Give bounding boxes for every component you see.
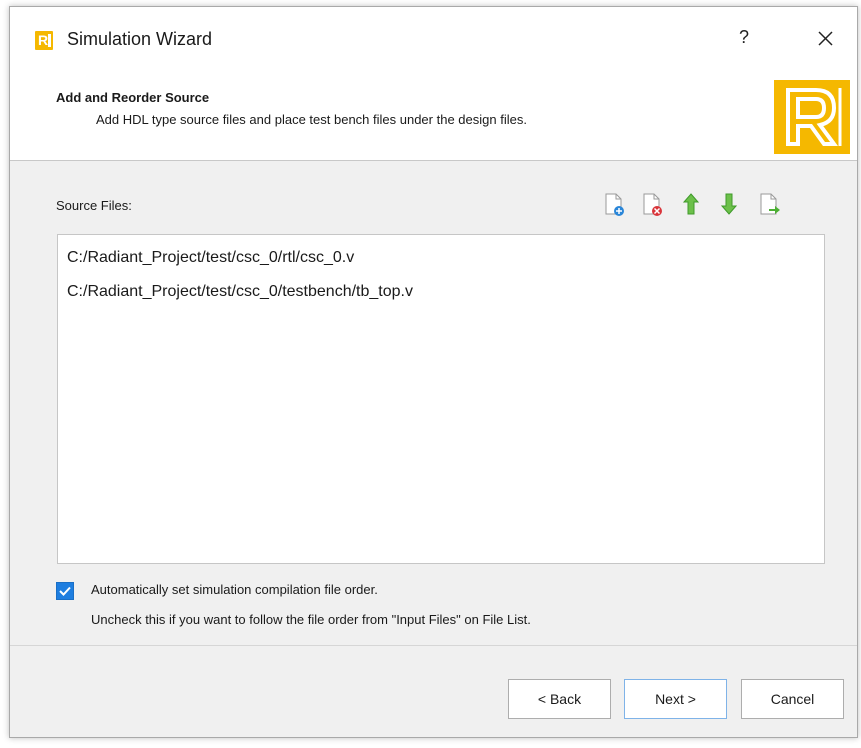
list-item[interactable]: C:/Radiant_Project/test/csc_0/testbench/… — [67, 283, 413, 301]
add-file-icon — [605, 193, 624, 216]
close-icon — [818, 31, 833, 46]
window-title: Simulation Wizard — [67, 29, 213, 49]
add-file-button[interactable] — [598, 189, 628, 219]
page-title: Add and Reorder Source — [56, 90, 210, 105]
import-file-button[interactable] — [754, 189, 784, 219]
move-up-icon — [682, 193, 700, 215]
title-bar: R Simulation Wizard ? — [10, 7, 857, 73]
cancel-button[interactable]: Cancel — [741, 679, 844, 719]
footer-divider — [10, 645, 857, 646]
auto-order-checkbox[interactable] — [56, 582, 74, 600]
import-file-icon — [760, 193, 780, 215]
auto-order-hint: Uncheck this if you want to follow the f… — [91, 612, 531, 627]
move-down-icon — [720, 193, 738, 215]
list-item[interactable]: C:/Radiant_Project/test/csc_0/rtl/csc_0.… — [67, 249, 354, 267]
checkmark-icon — [59, 586, 71, 596]
radiant-logo — [774, 80, 850, 154]
source-files-label: Source Files: — [56, 198, 132, 213]
move-up-button[interactable] — [676, 189, 706, 219]
move-down-button[interactable] — [714, 189, 744, 219]
auto-order-label[interactable]: Automatically set simulation compilation… — [91, 582, 378, 597]
remove-file-icon — [643, 193, 662, 216]
next-button[interactable]: Next > — [624, 679, 727, 719]
close-button[interactable] — [810, 21, 840, 55]
wizard-header: Add and Reorder Source Add HDL type sour… — [10, 73, 857, 161]
remove-file-button[interactable] — [636, 189, 666, 219]
help-button[interactable]: ? — [732, 27, 756, 53]
radiant-app-icon: R — [35, 31, 53, 50]
simulation-wizard-dialog: R Simulation Wizard ? Add and Reorder So… — [9, 6, 858, 738]
back-button[interactable]: < Back — [508, 679, 611, 719]
page-subtitle: Add HDL type source files and place test… — [96, 112, 527, 127]
source-file-list[interactable]: C:/Radiant_Project/test/csc_0/rtl/csc_0.… — [57, 234, 825, 564]
